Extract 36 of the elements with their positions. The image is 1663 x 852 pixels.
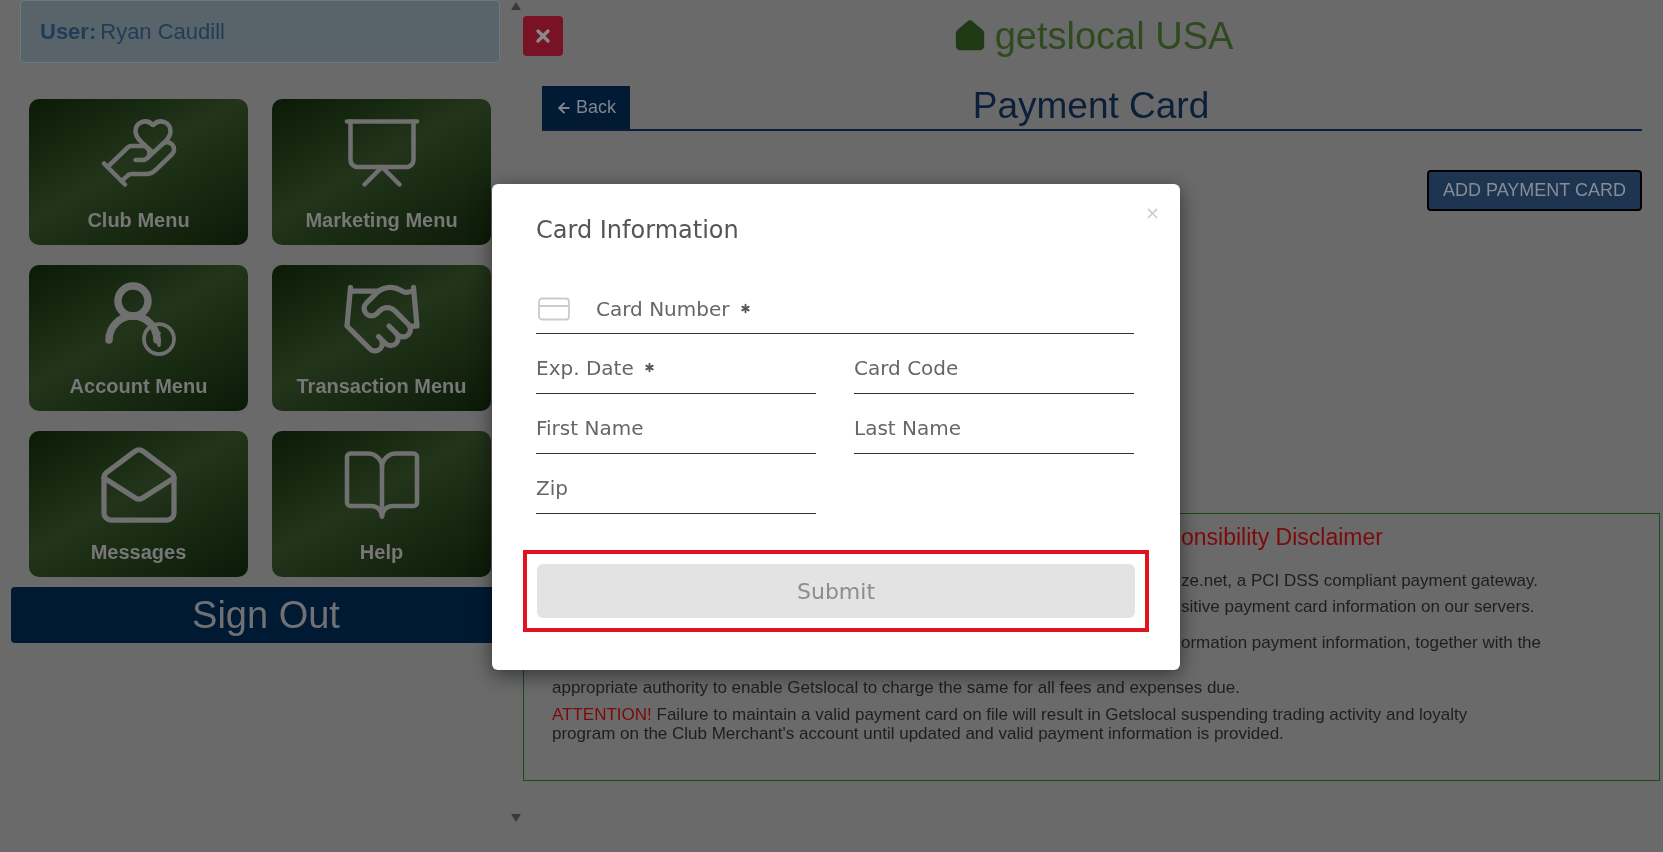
field-placeholder: Zip — [536, 474, 568, 502]
user-label: User: — [40, 18, 97, 46]
disclaimer-text: sitive payment card information on our servers. — [1181, 597, 1536, 616]
add-payment-card-button[interactable]: ADD PAYMENT CARD — [1426, 170, 1642, 211]
field-placeholder: Card Code — [854, 354, 959, 382]
menu-tile[interactable]: Help — [272, 431, 491, 577]
user-name: Ryan Caudill — [100, 18, 225, 46]
field-placeholder: Card Number — [596, 295, 730, 323]
field-placeholder: Exp. Date — [536, 354, 634, 382]
brand-name: getslocal USA — [994, 16, 1234, 56]
dialog-title: Card Information — [536, 215, 740, 246]
text-field[interactable]: Card Code — [854, 334, 1134, 394]
text-field[interactable]: First Name — [536, 394, 816, 454]
menu-tile[interactable]: Marketing Menu — [272, 99, 491, 245]
back-button[interactable]: Back — [542, 86, 631, 129]
disclaimer-text: ormation payment information, together with the — [1181, 633, 1543, 652]
text-field[interactable]: Zip — [536, 454, 816, 514]
page-title: Payment Card — [971, 85, 1211, 128]
close-icon — [533, 26, 553, 46]
text-field[interactable]: Last Name — [854, 394, 1134, 454]
disclaimer-text: appropriate authority to enable Getslocal to charge the same for all fees and expenses due. — [551, 678, 1241, 697]
field-placeholder: Last Name — [854, 414, 962, 442]
close-button[interactable] — [523, 16, 563, 56]
menu-tile[interactable]: Account Menu — [29, 265, 248, 411]
text-field[interactable]: Exp. Date — [536, 334, 816, 394]
menu-tile[interactable]: Transaction Menu — [272, 265, 491, 411]
field-placeholder: First Name — [536, 414, 644, 442]
submit-button[interactable]: Submit — [537, 564, 1135, 618]
disclaimer-text: ze.net, a PCI DSS compliant payment gateway. — [1181, 571, 1539, 590]
menu-tile[interactable]: Club Menu — [29, 99, 248, 245]
attention-paragraph: ATTENTION! Failure to maintain a valid payment card on file will result in Getslocal suspending trading activity and loyalty program on the Club Merchant's account until updated and valid payment information is provided. — [551, 705, 1469, 743]
menu-tile[interactable]: Messages — [29, 431, 248, 577]
scroll-up-icon[interactable] — [511, 2, 521, 10]
scroll-down-icon[interactable] — [511, 814, 521, 822]
disclaimer-title: onsibility Disclaimer — [1181, 524, 1383, 550]
text-field[interactable]: Card Number — [536, 276, 1134, 334]
